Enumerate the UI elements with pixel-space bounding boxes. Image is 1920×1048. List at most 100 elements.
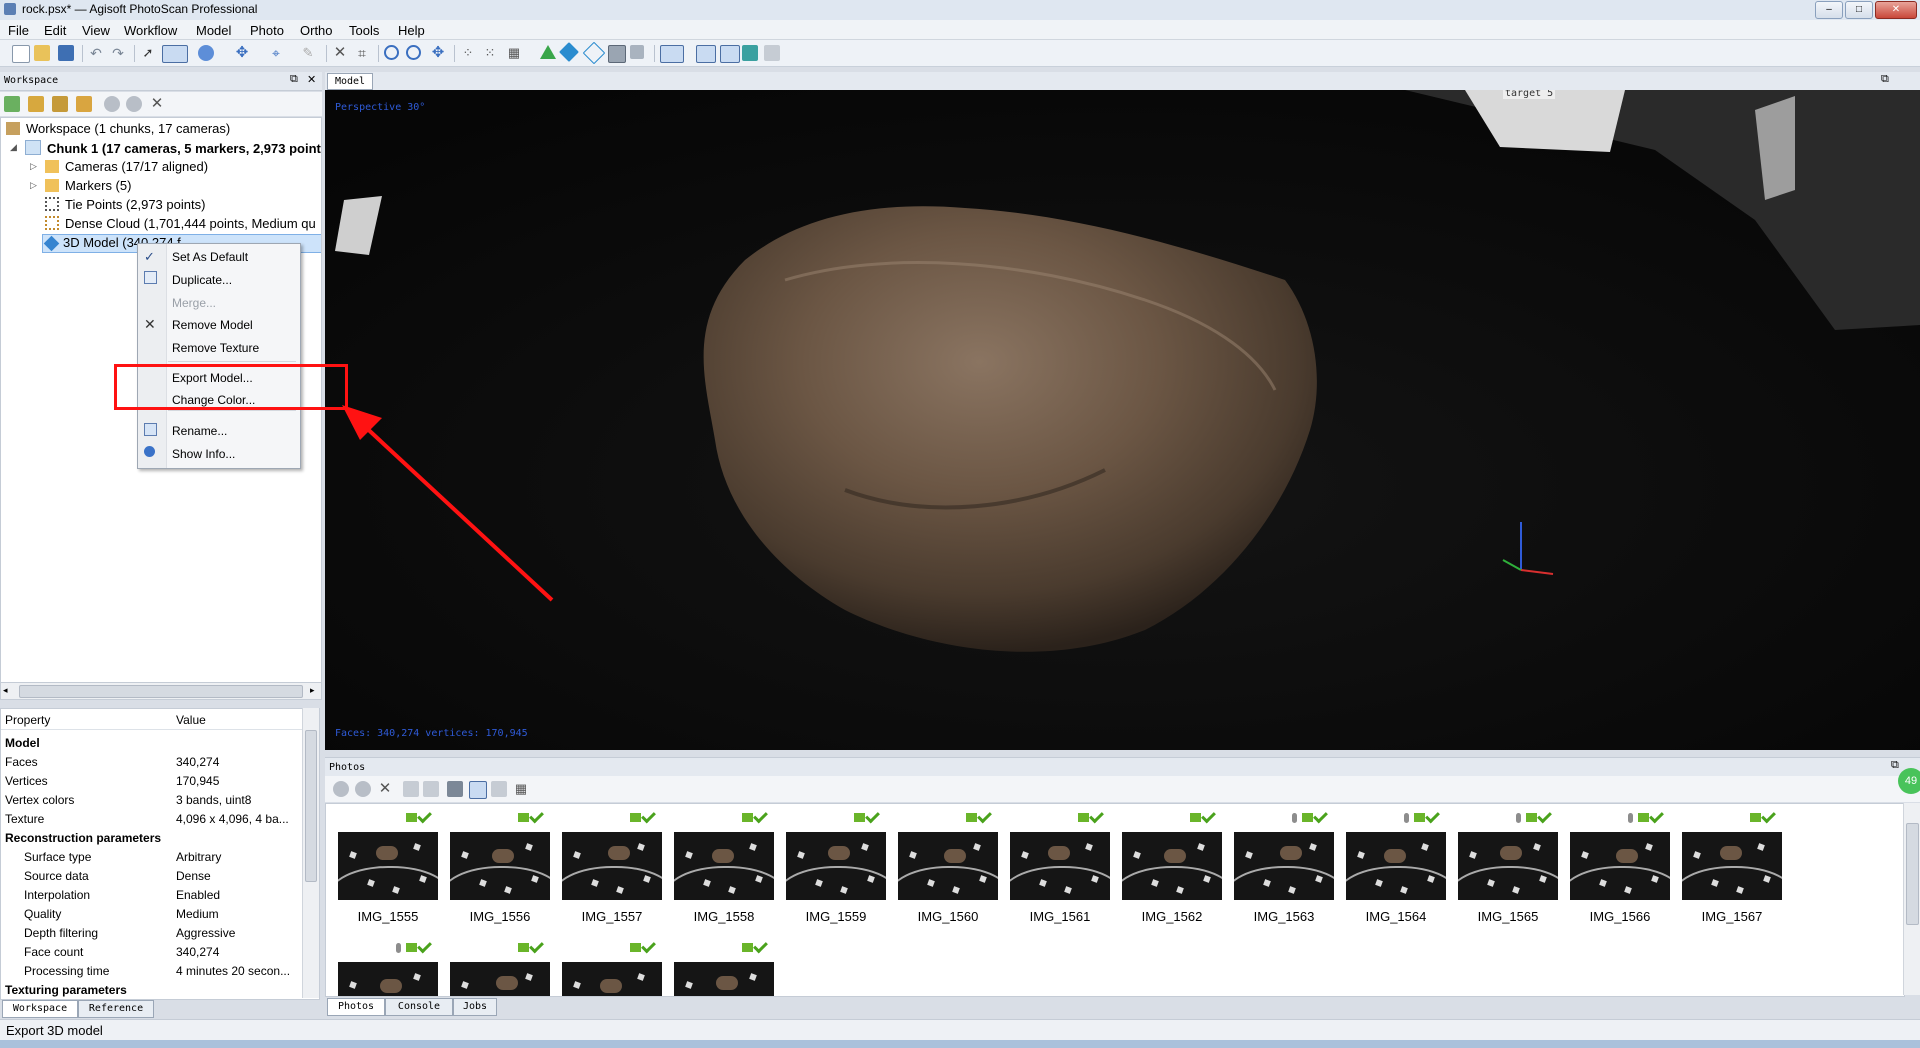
open-icon[interactable]: [34, 45, 50, 61]
minimize-button[interactable]: –: [1815, 1, 1843, 19]
expand-arrow-icon[interactable]: ▷: [30, 161, 37, 172]
photo-thumbnail[interactable]: IMG_1559: [780, 808, 892, 930]
menu-edit[interactable]: Edit: [44, 23, 66, 38]
photo-thumbnail[interactable]: IMG_1555: [332, 808, 444, 930]
show-markers-icon[interactable]: [696, 45, 716, 63]
camera-icon[interactable]: [447, 781, 463, 797]
photo-thumbnail[interactable]: IMG_1563: [1228, 808, 1340, 930]
show-trackball-icon[interactable]: [764, 45, 780, 61]
tree-dense-cloud[interactable]: Dense Cloud (1,701,444 points, Medium qu: [45, 216, 316, 234]
rotate-right-icon[interactable]: [423, 781, 439, 797]
close-pane-icon[interactable]: ✕: [307, 73, 316, 86]
scroll-left-icon[interactable]: ◂: [3, 685, 8, 696]
rectangle-selection-icon[interactable]: [162, 45, 188, 63]
photo-thumbnail[interactable]: IMG_1557: [556, 808, 668, 930]
merge-chunks-icon[interactable]: [76, 96, 92, 112]
pencil-icon[interactable]: ✎: [300, 45, 316, 61]
photo-thumbnail[interactable]: IMG_1566: [1564, 808, 1676, 930]
crop-icon[interactable]: ⌗: [354, 45, 370, 61]
property-vertical-scrollbar[interactable]: [302, 708, 319, 998]
show-cameras-icon[interactable]: [660, 45, 684, 63]
move-view-icon[interactable]: ✥: [430, 45, 446, 61]
photos-vertical-scrollbar[interactable]: [1903, 803, 1920, 995]
photo-thumbnail[interactable]: [668, 938, 780, 996]
menu-ortho[interactable]: Ortho: [300, 23, 333, 38]
photo-thumbnail[interactable]: IMG_1565: [1452, 808, 1564, 930]
scroll-right-icon[interactable]: ▸: [310, 685, 315, 696]
maximize-button[interactable]: □: [1845, 1, 1873, 19]
disable-icon[interactable]: [126, 96, 142, 112]
undock-icon[interactable]: ⧉: [290, 73, 298, 86]
tab-reference[interactable]: Reference: [78, 1000, 154, 1018]
rotate-left-icon[interactable]: [403, 781, 419, 797]
status-badge[interactable]: 49: [1898, 768, 1920, 794]
menu-set-as-default[interactable]: Set As Default: [172, 250, 248, 264]
add-chunk-icon[interactable]: [4, 96, 20, 112]
photo-thumbnail[interactable]: IMG_1562: [1116, 808, 1228, 930]
cameras-icon[interactable]: ▦: [506, 45, 522, 61]
tree-workspace[interactable]: Workspace (1 chunks, 17 cameras): [6, 121, 230, 139]
scroll-thumb[interactable]: [19, 685, 303, 698]
zoom-out-icon[interactable]: [406, 45, 421, 60]
new-icon[interactable]: [12, 45, 30, 63]
photo-thumbnail[interactable]: IMG_1561: [1004, 808, 1116, 930]
show-shapes-icon[interactable]: [720, 45, 740, 63]
menu-duplicate[interactable]: Duplicate...: [172, 273, 232, 287]
show-region-icon[interactable]: [742, 45, 758, 61]
undock-icon[interactable]: ⧉: [1891, 759, 1899, 772]
navigation-icon[interactable]: ➚: [140, 45, 156, 61]
tab-model[interactable]: Model: [327, 73, 373, 90]
dense-cloud-icon[interactable]: ⁙: [482, 45, 498, 61]
workspace-horizontal-scrollbar[interactable]: ◂ ▸: [0, 682, 322, 700]
menu-workflow[interactable]: Workflow: [124, 23, 177, 38]
menu-rename[interactable]: Rename...: [172, 424, 227, 438]
menu-help[interactable]: Help: [398, 23, 425, 38]
tiled-model-icon[interactable]: [630, 45, 644, 59]
remove-icon[interactable]: ✕: [377, 781, 393, 797]
scroll-thumb[interactable]: [1906, 823, 1919, 925]
tree-chunk[interactable]: Chunk 1 (17 cameras, 5 markers, 2,973 po…: [25, 140, 321, 158]
undo-icon[interactable]: ↶: [88, 45, 104, 61]
collapse-arrow-icon[interactable]: ◢: [10, 142, 17, 153]
photo-thumbnail[interactable]: [444, 938, 556, 996]
menu-tools[interactable]: Tools: [349, 23, 379, 38]
redo-icon[interactable]: ↷: [110, 45, 126, 61]
scroll-thumb[interactable]: [305, 730, 317, 882]
tab-workspace[interactable]: Workspace: [2, 1000, 78, 1018]
photo-thumbnail[interactable]: IMG_1567: [1676, 808, 1788, 930]
menu-file[interactable]: File: [8, 23, 29, 38]
menu-model[interactable]: Model: [196, 23, 231, 38]
photo-thumbnail[interactable]: IMG_1564: [1340, 808, 1452, 930]
photo-thumbnail[interactable]: [556, 938, 668, 996]
add-folder-icon[interactable]: [52, 96, 68, 112]
tree-markers[interactable]: Markers (5): [45, 178, 131, 196]
value-column-header[interactable]: Value: [176, 713, 206, 727]
move-object-icon[interactable]: ✥: [234, 45, 250, 61]
menu-view[interactable]: View: [82, 23, 110, 38]
mask-icon[interactable]: [469, 781, 487, 799]
tab-jobs[interactable]: Jobs: [453, 998, 497, 1016]
close-button[interactable]: ✕: [1875, 1, 1917, 19]
add-photos-icon[interactable]: [28, 96, 44, 112]
enable-icon[interactable]: [333, 781, 349, 797]
view-mode-icon[interactable]: ▦: [513, 781, 529, 797]
solid-icon[interactable]: [559, 42, 579, 62]
rotate-object-icon[interactable]: [198, 45, 214, 61]
photo-thumbnail[interactable]: IMG_1560: [892, 808, 1004, 930]
shaded-icon[interactable]: [540, 45, 556, 59]
undock-icon[interactable]: ⧉: [1881, 73, 1889, 86]
delete-selection-icon[interactable]: ✕: [332, 45, 348, 61]
wireframe-icon[interactable]: [582, 41, 606, 65]
ruler-icon[interactable]: ⌖: [268, 45, 284, 61]
tab-console[interactable]: Console: [385, 998, 453, 1016]
tree-cameras[interactable]: Cameras (17/17 aligned): [45, 159, 208, 177]
remove-icon[interactable]: ✕: [149, 96, 165, 112]
filter-icon[interactable]: [491, 781, 507, 797]
save-icon[interactable]: [58, 45, 74, 61]
point-cloud-icon[interactable]: ⁘: [460, 45, 476, 61]
tab-photos[interactable]: Photos: [327, 998, 385, 1016]
menu-show-info[interactable]: Show Info...: [172, 447, 235, 461]
menu-photo[interactable]: Photo: [250, 23, 284, 38]
photo-thumbnail[interactable]: IMG_1558: [668, 808, 780, 930]
property-column-header[interactable]: Property: [5, 713, 50, 727]
